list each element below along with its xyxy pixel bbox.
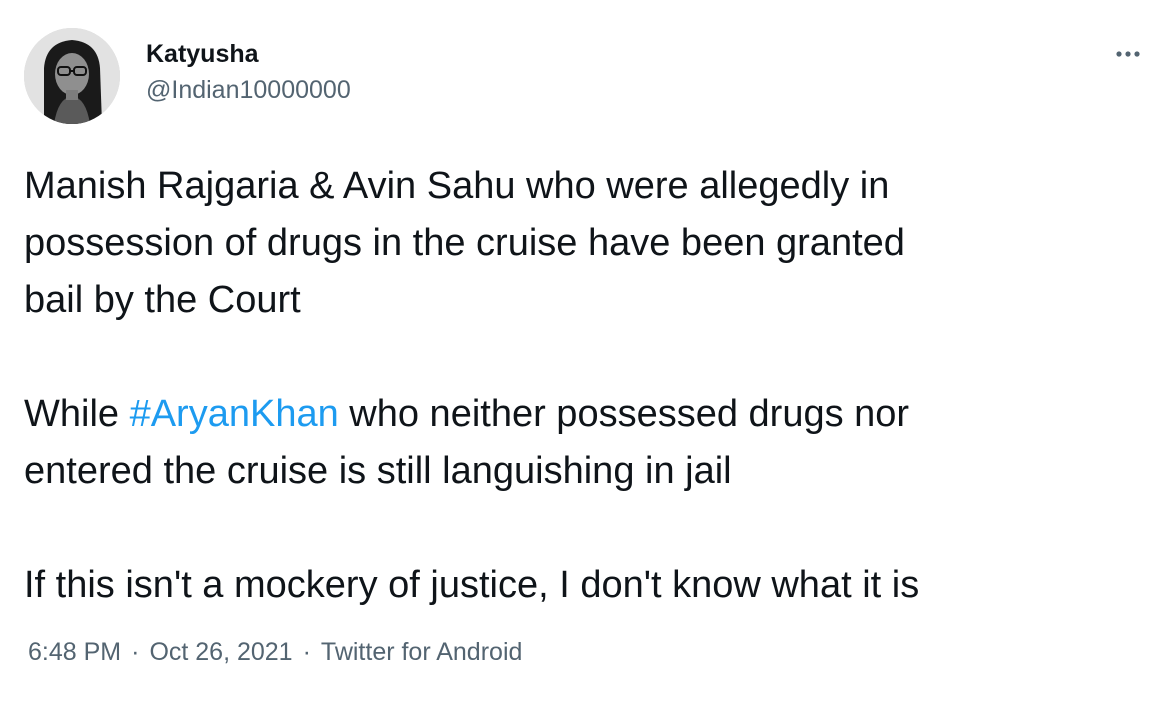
hashtag-link[interactable]: #AryanKhan bbox=[130, 393, 339, 435]
tweet-text-line: bail by the Court bbox=[24, 279, 301, 321]
tweet-text-line: While #AryanKhan who neither possessed d… bbox=[24, 386, 1144, 443]
tweet-text-line: possession of drugs in the cruise have b… bbox=[24, 222, 905, 264]
tweet-text-line: Manish Rajgaria & Avin Sahu who were all… bbox=[24, 165, 890, 207]
tweet-source[interactable]: Twitter for Android bbox=[321, 638, 522, 666]
user-avatar[interactable] bbox=[24, 28, 120, 124]
tweet-metadata: 6:48 PM · Oct 26, 2021 · Twitter for Android bbox=[28, 635, 522, 669]
meta-separator: · bbox=[131, 638, 140, 666]
tweet-header: Katyusha @Indian10000000 bbox=[24, 28, 1144, 124]
meta-separator: · bbox=[302, 638, 311, 666]
tweet-paragraph-3: If this isn't a mockery of justice, I do… bbox=[24, 557, 1144, 614]
tweet-time[interactable]: 6:48 PM bbox=[28, 638, 121, 666]
user-names: Katyusha @Indian10000000 bbox=[146, 36, 351, 106]
tweet-date[interactable]: Oct 26, 2021 bbox=[149, 638, 292, 666]
avatar-photo-icon bbox=[24, 28, 120, 124]
tweet-paragraph-1: Manish Rajgaria & Avin Sahu who were all… bbox=[24, 158, 1144, 329]
user-handle[interactable]: @Indian10000000 bbox=[146, 74, 351, 106]
tweet-card: Katyusha @Indian10000000 Manish Rajgaria… bbox=[0, 0, 1160, 701]
tweet-text-segment: who neither possessed drugs nor bbox=[338, 393, 910, 435]
tweet-text-segment: While bbox=[24, 393, 130, 435]
tweet-paragraph-2: While #AryanKhan who neither possessed d… bbox=[24, 386, 1144, 500]
tweet-text-line: If this isn't a mockery of justice, I do… bbox=[24, 564, 920, 606]
display-name[interactable]: Katyusha bbox=[146, 38, 351, 70]
tweet-text: Manish Rajgaria & Avin Sahu who were all… bbox=[24, 158, 1144, 614]
tweet-text-line: entered the cruise is still languishing … bbox=[24, 450, 732, 492]
more-horizontal-icon bbox=[1116, 51, 1140, 57]
more-button[interactable] bbox=[1112, 38, 1144, 70]
